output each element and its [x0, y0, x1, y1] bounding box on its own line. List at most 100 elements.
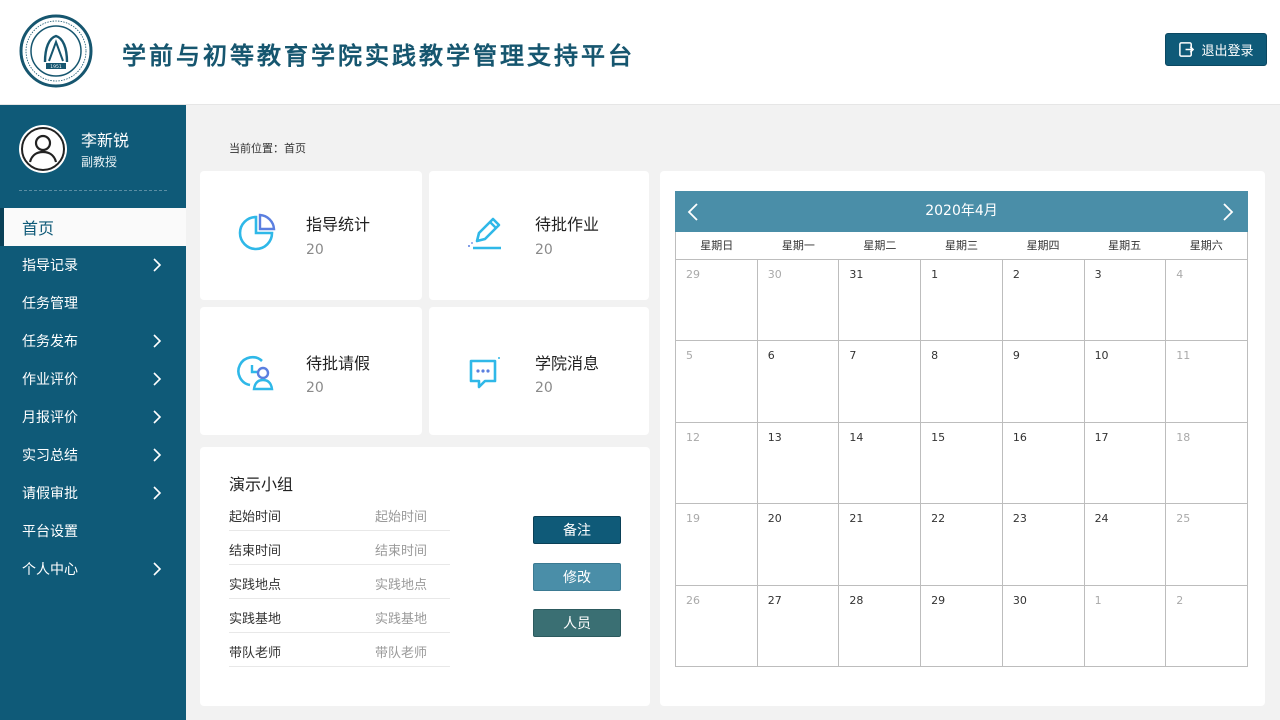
calendar-day[interactable]: 27	[757, 585, 840, 667]
calendar-day[interactable]: 26	[676, 585, 758, 667]
info-label: 起始时间	[229, 510, 282, 525]
calendar-day-number: 18	[1176, 430, 1191, 444]
calendar-next-button[interactable]	[1218, 202, 1236, 222]
sidebar-item[interactable]: 平台设置	[0, 512, 186, 550]
info-label: 结束时间	[229, 544, 282, 559]
calendar-day[interactable]: 4	[1166, 260, 1248, 342]
calendar-grid: 29 30 31 1 2 3 4 5 6 7 8 9 10 11 12 13 14 15 16 17 18 19 20 21 2…	[675, 260, 1248, 667]
info-row-teacher: 带队老师 带队老师	[229, 633, 450, 667]
calendar-day-number: 4	[1176, 268, 1184, 281]
calendar-day[interactable]: 5	[676, 341, 758, 423]
calendar-day[interactable]: 28	[839, 585, 922, 667]
edit-button[interactable]: 修改	[533, 563, 621, 591]
calendar-day[interactable]: 29	[921, 585, 1003, 667]
calendar-day[interactable]: 12	[676, 422, 758, 505]
sidebar-item[interactable]: 任务管理	[0, 284, 186, 322]
sidebar-item-label: 请假审批	[22, 486, 78, 502]
calendar-day-number: 20	[767, 512, 782, 526]
calendar-day-number: 22	[931, 512, 946, 526]
calendar-day[interactable]: 24	[1084, 504, 1167, 586]
calendar-day-number: 21	[849, 512, 864, 526]
calendar-day[interactable]: 9	[1002, 341, 1085, 423]
calendar-day-number: 26	[686, 593, 700, 607]
calendar-day[interactable]: 20	[757, 504, 840, 586]
sidebar-item[interactable]: 指导记录	[0, 246, 186, 284]
calendar-day[interactable]: 16	[1002, 422, 1085, 505]
weekday-label: 星期六	[1189, 239, 1223, 252]
calendar-day[interactable]: 23	[1002, 504, 1085, 586]
stat-card-guidance[interactable]: 指导统计 20	[200, 171, 422, 300]
calendar-month-label: 2020年4月	[925, 203, 998, 219]
sidebar-item[interactable]: 月报评价	[0, 398, 186, 436]
sidebar-item[interactable]: 个人中心	[0, 550, 186, 588]
stat-card-messages[interactable]: 学院消息 20	[429, 307, 649, 435]
calendar-day[interactable]: 31	[839, 260, 922, 342]
calendar-day[interactable]: 19	[676, 504, 758, 586]
chevron-right-icon	[153, 448, 162, 462]
calendar-day[interactable]: 25	[1166, 504, 1248, 586]
weekday-label: 星期三	[944, 239, 978, 252]
info-row-location: 实践地点 实践地点	[229, 565, 450, 599]
calendar-day[interactable]: 8	[921, 341, 1003, 423]
sidebar-nav: 首页 指导记录 任务管理 任务发布 作业评价 月报评价 实习总结请假审批平台设置 个人中心	[0, 208, 186, 588]
calendar: 2020年4月 星期日 星期一 星期二 星期三 星期四 星期五 星期六 29 30 31 1 2 3 4…	[675, 191, 1248, 667]
info-value: 实践基地	[375, 612, 428, 627]
info-value: 结束时间	[375, 544, 428, 559]
calendar-day[interactable]: 7	[839, 341, 922, 423]
sidebar-item[interactable]: 首页	[0, 208, 186, 246]
calendar-day-number: 15	[931, 430, 946, 444]
calendar-day[interactable]: 10	[1084, 341, 1167, 423]
calendar-day-number: 16	[1012, 430, 1027, 444]
calendar-day[interactable]: 22	[921, 504, 1003, 586]
calendar-day[interactable]: 11	[1166, 341, 1248, 423]
calendar-day[interactable]: 6	[757, 341, 840, 423]
calendar-day[interactable]: 1	[1084, 585, 1167, 667]
sidebar-item[interactable]: 作业评价	[0, 360, 186, 398]
stat-title: 待批作业	[535, 215, 600, 234]
stat-card-leave[interactable]: 待批请假 20	[200, 307, 422, 435]
weekday-label: 星期日	[700, 239, 734, 252]
logout-button[interactable]: 退出登录	[1165, 33, 1267, 66]
calendar-day[interactable]: 30	[1002, 585, 1085, 667]
calendar-day[interactable]: 21	[839, 504, 922, 586]
calendar-day[interactable]: 1	[921, 260, 1003, 342]
calendar-day[interactable]: 15	[921, 422, 1003, 505]
sidebar-item[interactable]: 任务发布	[0, 322, 186, 360]
calendar-day-number: 2	[1176, 593, 1184, 607]
stat-card-homework[interactable]: 待批作业 20	[429, 171, 649, 300]
avatar[interactable]	[19, 125, 67, 173]
clock-user-icon	[236, 353, 276, 393]
calendar-day[interactable]: 30	[757, 260, 840, 342]
stat-value: 20	[535, 242, 553, 258]
calendar-day[interactable]: 2	[1002, 260, 1085, 342]
top-header: 1951 学前与初等教育学院实践教学管理支持平台 退出登录	[0, 0, 1280, 105]
edit-pen-icon	[465, 213, 505, 253]
sidebar-item[interactable]: 请假审批	[0, 474, 186, 512]
calendar-day[interactable]: 17	[1084, 422, 1167, 505]
weekday-label: 星期五	[1108, 239, 1142, 252]
sidebar-divider	[19, 190, 167, 191]
calendar-day-number: 31	[849, 268, 864, 281]
chevron-left-icon	[687, 203, 698, 221]
members-button[interactable]: 人员	[533, 609, 621, 637]
chevron-right-icon	[153, 334, 162, 348]
calendar-day-number: 8	[931, 349, 939, 363]
pie-chart-icon	[236, 213, 276, 253]
user-name: 李新锐	[81, 131, 130, 150]
calendar-day[interactable]: 18	[1166, 422, 1248, 505]
note-button[interactable]: 备注	[533, 516, 621, 544]
calendar-day[interactable]: 14	[839, 422, 922, 505]
calendar-day[interactable]: 2	[1166, 585, 1248, 667]
sidebar-item[interactable]: 实习总结	[0, 436, 186, 474]
calendar-prev-button[interactable]	[685, 202, 703, 222]
calendar-day-number: 23	[1012, 512, 1027, 526]
stat-value: 20	[535, 380, 553, 396]
group-info-card: 演示小组 起始时间 起始时间 结束时间 结束时间 实践地点 实践地点 实践基地 …	[200, 447, 650, 706]
info-value: 起始时间	[375, 510, 428, 525]
calendar-day[interactable]: 3	[1084, 260, 1167, 342]
calendar-day[interactable]: 13	[757, 422, 840, 505]
calendar-day-number: 29	[931, 593, 946, 607]
calendar-day[interactable]: 29	[676, 260, 758, 342]
chevron-right-icon	[1223, 203, 1234, 221]
calendar-day-number: 1	[931, 268, 939, 281]
